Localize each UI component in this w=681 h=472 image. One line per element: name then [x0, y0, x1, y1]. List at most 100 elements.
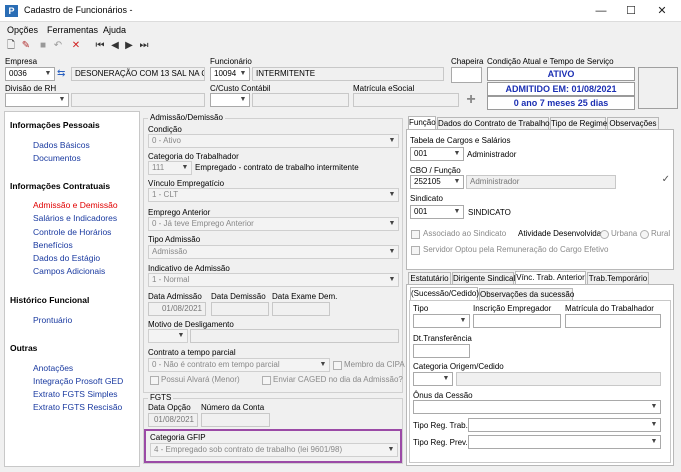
cbo-code-select[interactable]: 252105 ▼	[410, 175, 464, 189]
transferencia-field[interactable]	[413, 344, 470, 358]
reg-prev-select[interactable]: ▼	[468, 435, 661, 449]
menu-opcoes[interactable]: Opções	[7, 25, 38, 35]
funcionario-name-field: INTERMITENTE	[252, 67, 444, 81]
sidebar-item-prontuario[interactable]: Prontuário	[33, 315, 72, 325]
tipo-admissao-select[interactable]: Admissão ▼	[148, 245, 399, 259]
search-icon[interactable]: ⇆	[57, 67, 69, 80]
urbana-radio[interactable]	[600, 230, 609, 239]
sindicato-select[interactable]: 001 ▼	[410, 205, 464, 219]
delete-icon[interactable]: ✕	[70, 40, 82, 52]
data-opcao-field[interactable]: 01/08/2021	[148, 413, 198, 427]
app-logo-icon: P	[5, 5, 18, 17]
subtab-sucessao[interactable]: (Sucessão/Cedido)	[410, 287, 479, 301]
reg-trab-select[interactable]: ▼	[468, 418, 661, 432]
rural-label: Rural	[651, 229, 671, 238]
sidebar-item-fgts-rescisao[interactable]: Extrato FGTS Rescisão	[33, 402, 122, 412]
onus-cessao-select[interactable]: ▼	[413, 400, 661, 414]
first-record-icon[interactable]: ⏮	[94, 40, 106, 52]
prev-record-icon[interactable]: ◀	[109, 40, 121, 52]
servidor-checkbox[interactable]	[411, 246, 420, 255]
tab-funcao[interactable]: Função	[408, 116, 436, 130]
sidebar-item-documentos[interactable]: Documentos	[33, 153, 81, 163]
sidebar-item-controle-horarios[interactable]: Controle de Horários	[33, 227, 111, 237]
matricula-esocial-label: Matrícula eSocial	[353, 84, 415, 93]
save-icon[interactable]: ■	[37, 40, 49, 52]
categoria-origem-select[interactable]: ▼	[413, 372, 453, 386]
vinculo-select[interactable]: 1 - CLT ▼	[148, 188, 399, 202]
data-demissao-label: Data Demissão	[211, 292, 266, 301]
menu-ajuda[interactable]: Ajuda	[103, 25, 126, 35]
emprego-anterior-select[interactable]: 0 - Já teve Emprego Anterior ▼	[148, 217, 399, 231]
data-exame-field[interactable]	[272, 302, 330, 316]
matricula-trab-field[interactable]	[565, 314, 661, 328]
associado-checkbox[interactable]	[411, 230, 420, 239]
funcionario-code-select[interactable]: 10094 ▼	[210, 67, 250, 81]
sidebar-item-anotacoes[interactable]: Anotações	[33, 363, 73, 373]
sidebar-item-admissao-demissao[interactable]: Admissão e Demissão	[33, 200, 118, 210]
chapeira-label: Chapeira	[451, 57, 484, 66]
check-icon[interactable]: ✓	[620, 174, 670, 190]
divisao-rh-label: Divisão de RH	[5, 84, 57, 93]
indicativo-admissao-select[interactable]: 1 - Normal ▼	[148, 273, 399, 287]
sidebar-item-dados-basicos[interactable]: Dados Básicos	[33, 140, 90, 150]
numero-conta-field[interactable]	[201, 413, 270, 427]
empresa-code-select[interactable]: 0036 ▼	[5, 67, 55, 81]
data-admissao-field[interactable]: 01/08/2021	[148, 302, 206, 316]
sindicato-desc: SINDICATO	[468, 208, 511, 217]
status-tempo-servico: 0 ano 7 meses 25 dias	[487, 96, 635, 110]
contrato-parcial-label: Contrato a tempo parcial	[148, 348, 236, 357]
title-bar: P Cadastro de Funcionários - — ☐ ✕	[0, 0, 681, 22]
cbo-funcao-label: CBO / Função	[410, 166, 461, 175]
undo-icon[interactable]: ↶	[52, 40, 64, 52]
menu-ferramentas[interactable]: Ferramentas	[47, 25, 98, 35]
tab-vinc-trab-anterior[interactable]: Vínc. Trab. Anterior	[515, 271, 586, 285]
divisao-rh-select[interactable]: ▼	[5, 93, 69, 107]
vinculo-label: Vínculo Empregatício	[148, 179, 225, 188]
last-record-icon[interactable]: ⏭	[138, 40, 150, 52]
status-admitido: ADMITIDO EM: 01/08/2021	[487, 82, 635, 96]
divisao-rh-name	[71, 93, 205, 107]
associado-label: Associado ao Sindicato	[423, 229, 507, 238]
sidebar: Informações Pessoais Dados Básicos Docum…	[4, 111, 140, 467]
alvara-label: Possui Alvará (Menor)	[161, 375, 240, 384]
sidebar-item-fgts-simples[interactable]: Extrato FGTS Simples	[33, 389, 118, 399]
emprego-anterior-label: Emprego Anterior	[148, 208, 211, 217]
cbo-desc-field: Administrador	[466, 175, 616, 189]
inscricao-field[interactable]	[473, 314, 561, 328]
add-icon[interactable]: +	[462, 92, 480, 108]
maximize-button[interactable]: ☐	[623, 3, 639, 19]
sidebar-item-ged[interactable]: Integração Prosoft GED	[33, 376, 123, 386]
sidebar-item-dados-estagio[interactable]: Dados do Estágio	[33, 253, 100, 263]
tipo-select[interactable]: ▼	[413, 314, 470, 328]
sidebar-section-contratuais: Informações Contratuais	[10, 181, 111, 191]
chapeira-input[interactable]	[451, 67, 482, 83]
close-button[interactable]: ✕	[654, 3, 670, 19]
next-record-icon[interactable]: ▶	[123, 40, 135, 52]
tipo-admissao-label: Tipo Admissão	[148, 235, 201, 244]
tabela-cargos-select[interactable]: 001 ▼	[410, 147, 464, 161]
sidebar-item-beneficios[interactable]: Benefícios	[33, 240, 73, 250]
cipa-checkbox[interactable]	[333, 361, 342, 370]
caged-checkbox[interactable]	[262, 376, 271, 385]
sidebar-section-pessoais: Informações Pessoais	[10, 120, 100, 130]
new-icon[interactable]: 🗋	[5, 40, 17, 52]
motivo-desc-field	[190, 329, 399, 343]
motivo-code-select[interactable]: ▼	[148, 329, 188, 343]
categoria-gfip-select[interactable]: 4 - Empregado sob contrato de trabalho (…	[150, 443, 398, 457]
edit-icon[interactable]: ✎	[20, 40, 32, 52]
sidebar-item-salarios[interactable]: Salários e Indicadores	[33, 213, 117, 223]
data-demissao-field[interactable]	[211, 302, 269, 316]
condicao-select[interactable]: 0 - Ativo ▼	[148, 134, 399, 148]
photo-box[interactable]	[638, 67, 678, 109]
alvara-checkbox[interactable]	[150, 376, 159, 385]
custo-contabil-select[interactable]: ▼	[210, 93, 250, 107]
sindicato-label: Sindicato	[410, 194, 443, 203]
categoria-code-select[interactable]: 111 ▼	[148, 161, 192, 175]
sidebar-item-campos-adicionais[interactable]: Campos Adicionais	[33, 266, 105, 276]
fgts-group-title: FGTS	[148, 393, 174, 402]
tipo-label: Tipo	[413, 304, 429, 313]
categoria-gfip-label: Categoria GFIP	[150, 433, 206, 442]
contrato-parcial-select[interactable]: 0 - Não é contrato em tempo parcial ▼	[148, 358, 330, 372]
minimize-button[interactable]: —	[593, 3, 609, 19]
rural-radio[interactable]	[640, 230, 649, 239]
